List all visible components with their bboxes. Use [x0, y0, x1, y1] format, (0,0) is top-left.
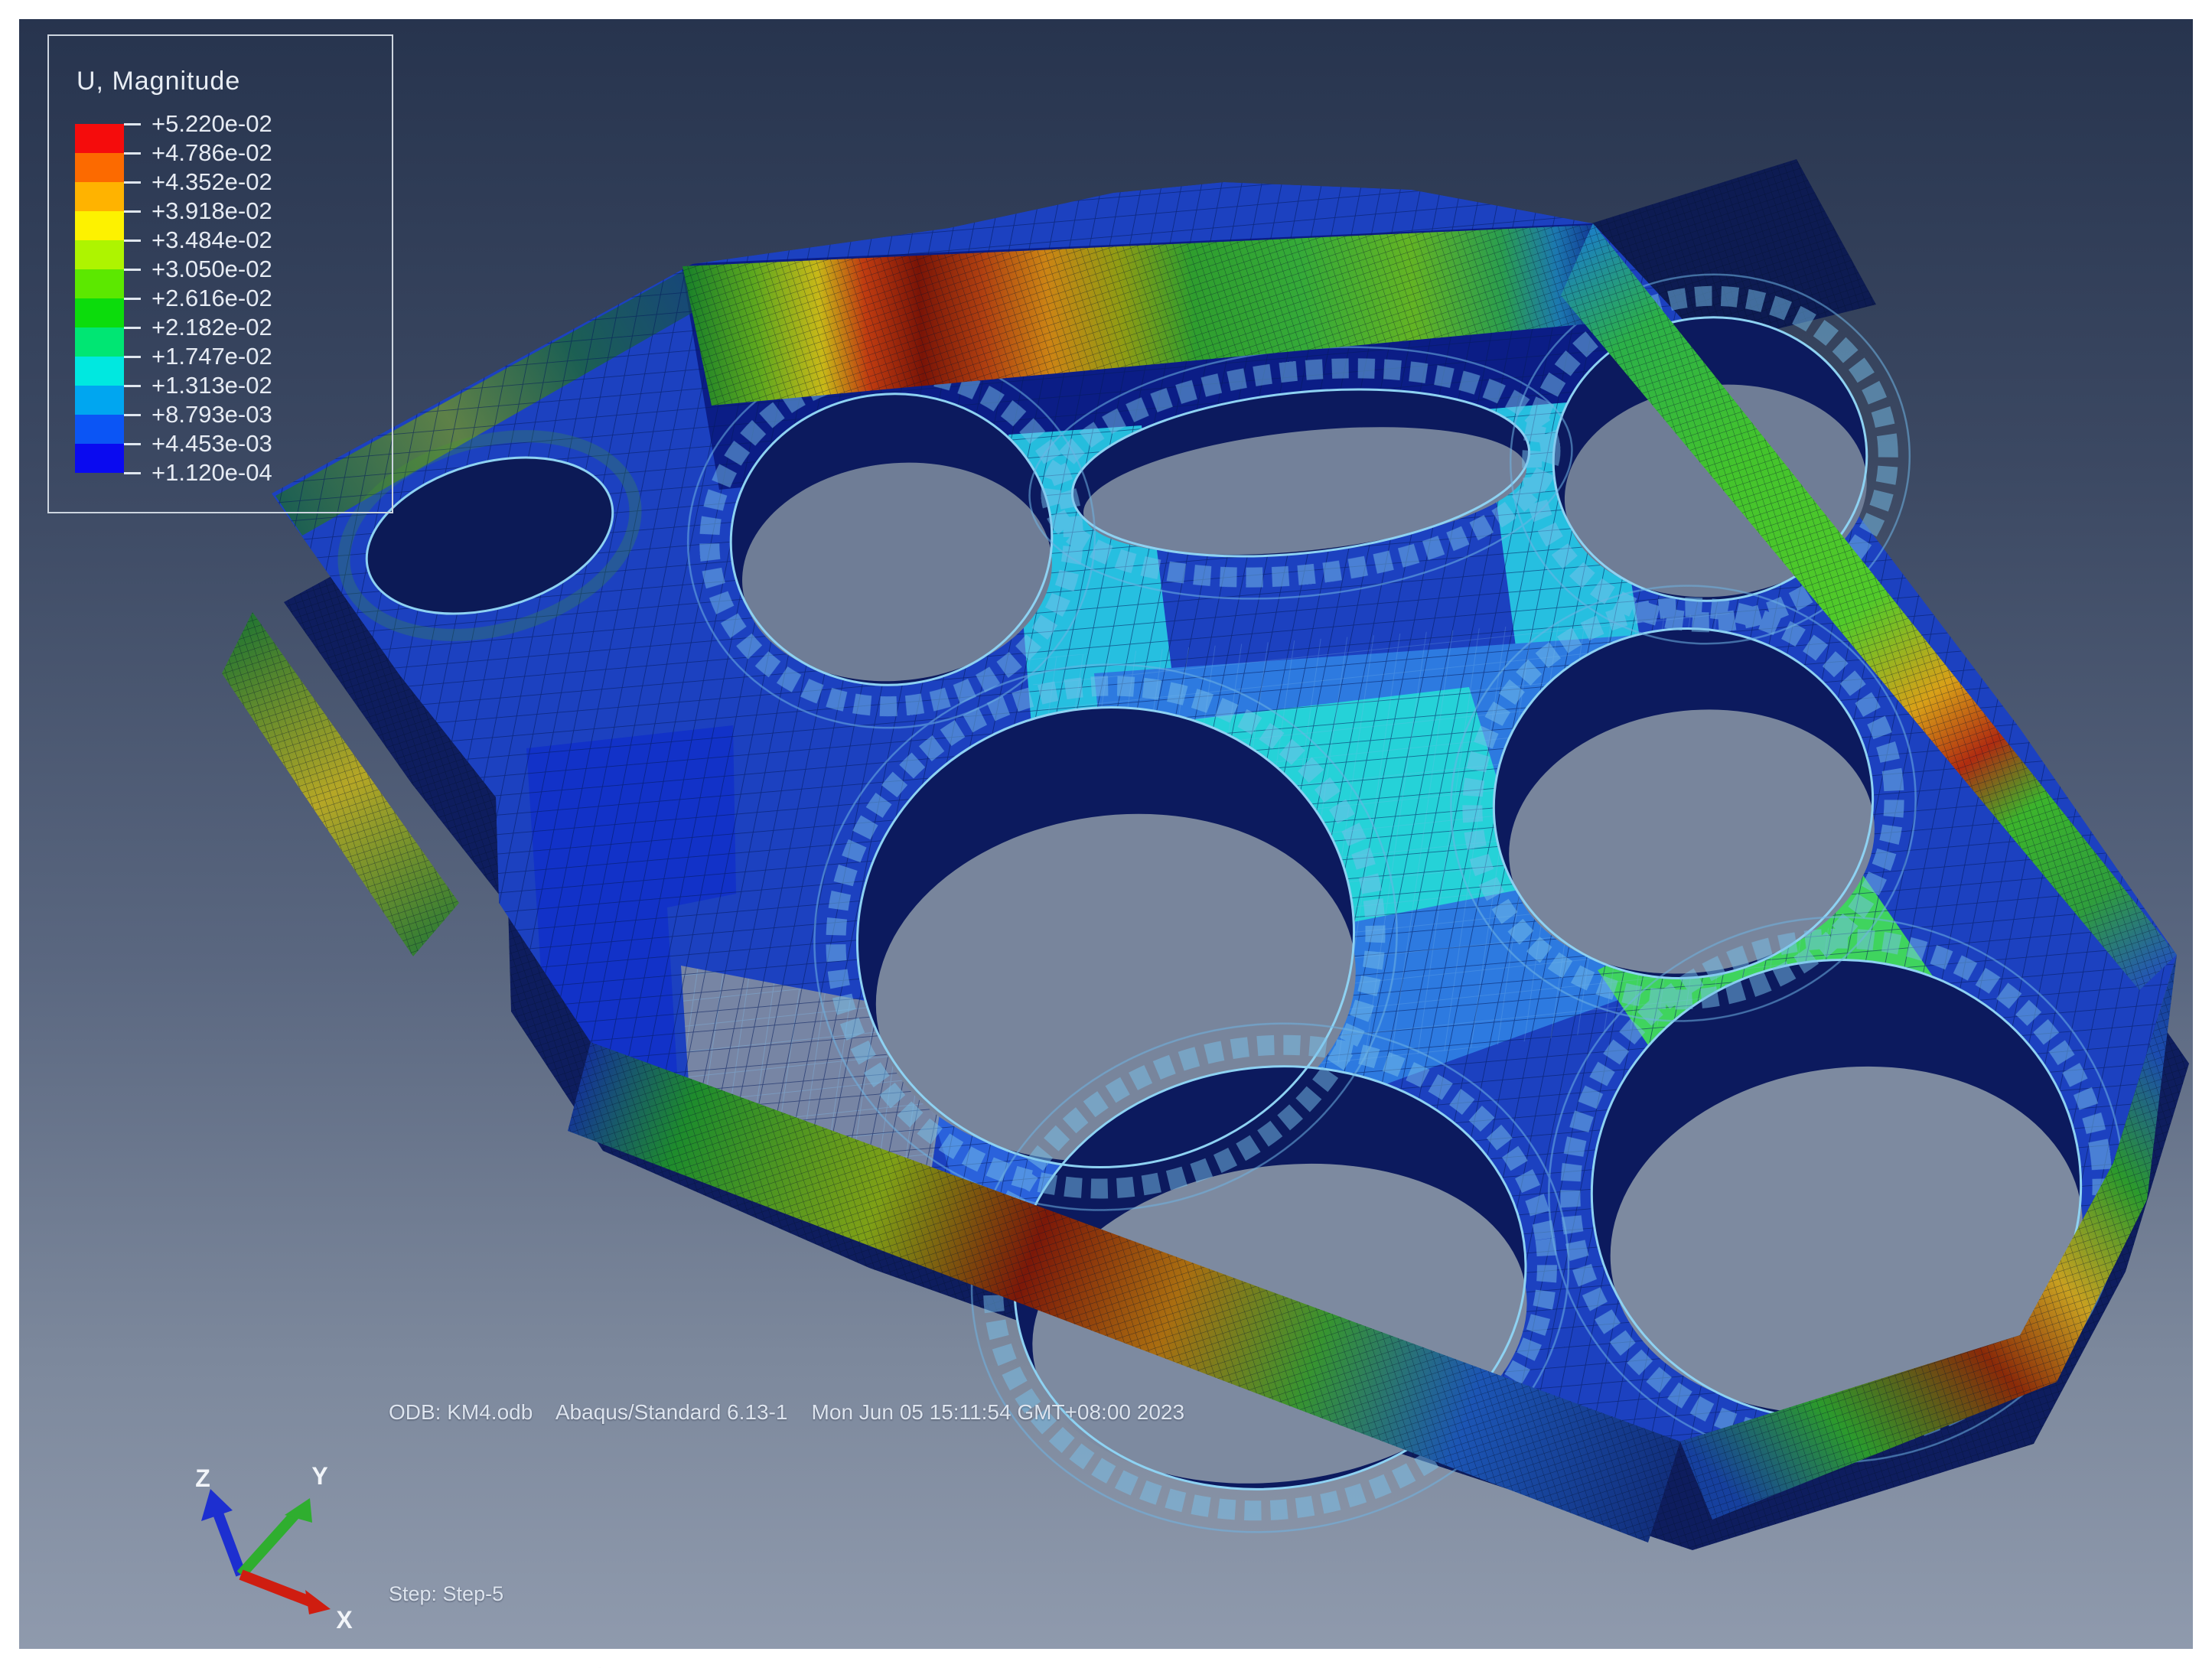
- legend-tick: [124, 385, 141, 387]
- legend-swatch: [75, 124, 124, 153]
- legend-swatch: [75, 327, 124, 357]
- legend-tick: [124, 152, 141, 155]
- legend-swatch: [75, 386, 124, 415]
- state-block: Step: Step-5 Increment 1: Step Time = 1.…: [389, 1525, 915, 1668]
- legend-value: +3.484e-02: [151, 226, 272, 254]
- legend-swatch: [75, 211, 124, 240]
- x-axis-label: X: [336, 1606, 353, 1634]
- legend-swatch: [75, 298, 124, 327]
- legend-tick: [124, 443, 141, 445]
- legend-tick: [124, 356, 141, 358]
- legend-value: +3.050e-02: [151, 256, 272, 283]
- legend-swatch: [75, 182, 124, 211]
- legend-value: +4.352e-02: [151, 168, 272, 196]
- abaqus-viewer-window: U, Magnitude +5.220e-02 +4.786e-02 +4.35…: [0, 0, 2212, 1668]
- legend-title: U, Magnitude: [77, 67, 240, 96]
- legend-swatch: [75, 153, 124, 182]
- legend-tick: [124, 123, 141, 125]
- legend-swatch: [75, 240, 124, 269]
- legend-value: +5.220e-02: [151, 110, 272, 138]
- legend-tick: [124, 298, 141, 300]
- x-axis-arrow: [241, 1575, 310, 1601]
- legend-value: +1.120e-04: [151, 459, 272, 487]
- legend-color-bar: [75, 124, 124, 473]
- x-axis-arrowhead: [305, 1590, 331, 1614]
- legend-tick: [124, 414, 141, 416]
- legend-tick: [124, 210, 141, 213]
- legend-value: +2.182e-02: [151, 314, 272, 341]
- legend-tick: [124, 327, 141, 329]
- view-triad: Z Y X: [138, 1445, 367, 1651]
- legend-value: +4.453e-03: [151, 430, 272, 458]
- state-increment-line: Increment 1: Step Time = 1.000: [389, 1663, 915, 1668]
- legend-tick: [124, 181, 141, 184]
- z-axis-label: Z: [195, 1464, 210, 1492]
- legend-swatch: [75, 269, 124, 298]
- viewport-background[interactable]: U, Magnitude +5.220e-02 +4.786e-02 +4.35…: [19, 19, 2193, 1649]
- legend-tick: [124, 269, 141, 271]
- legend-value: +4.786e-02: [151, 139, 272, 167]
- legend-tick: [124, 472, 141, 474]
- legend-swatch: [75, 444, 124, 473]
- state-step-line: Step: Step-5: [389, 1580, 915, 1608]
- y-axis-label: Y: [311, 1462, 327, 1490]
- contour-legend: U, Magnitude +5.220e-02 +4.786e-02 +4.35…: [47, 34, 393, 513]
- legend-value: +3.918e-02: [151, 197, 272, 225]
- legend-swatch: [75, 415, 124, 444]
- legend-value: +8.793e-03: [151, 401, 272, 428]
- legend-swatch: [75, 357, 124, 386]
- z-axis-arrow: [218, 1513, 241, 1575]
- legend-value: +2.616e-02: [151, 285, 272, 312]
- legend-tick: [124, 239, 141, 242]
- legend-value: +1.313e-02: [151, 372, 272, 399]
- legend-tick-labels: +5.220e-02 +4.786e-02 +4.352e-02 +3.918e…: [124, 109, 272, 487]
- y-axis-arrow: [241, 1515, 295, 1575]
- odb-title-line: ODB: KM4.odb Abaqus/Standard 6.13-1 Mon …: [389, 1400, 1184, 1425]
- legend-value: +1.747e-02: [151, 343, 272, 370]
